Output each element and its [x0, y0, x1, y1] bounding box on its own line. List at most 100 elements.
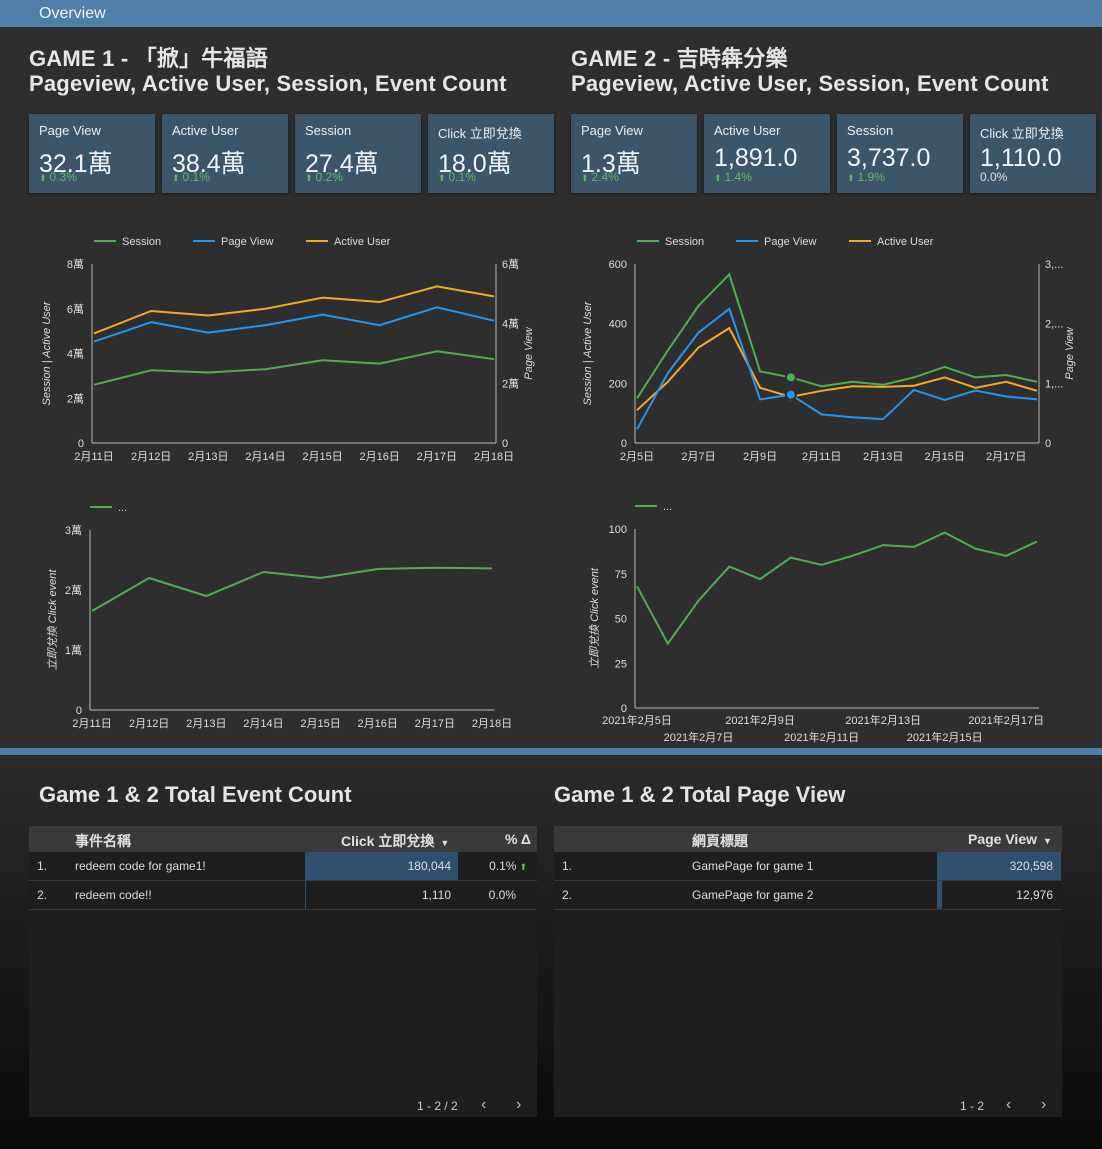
- series-line-page-view: [636, 307, 1038, 430]
- event-name: redeem code for game1!: [75, 859, 206, 873]
- game1-title: GAME 1 - 「掀」牛福語: [29, 46, 268, 71]
- scorecard-game2-pageview[interactable]: Page View 1.3萬 ⬆ 2.4%: [571, 114, 697, 193]
- y2-tick-label: 2,...: [1045, 319, 1063, 331]
- game2-subtitle: Pageview, Active User, Session, Event Co…: [571, 71, 1049, 96]
- series-line--click-event: [636, 531, 1038, 646]
- x-tick-label: 2月14日: [243, 718, 283, 730]
- row-index: 1.: [37, 859, 48, 873]
- y-tick-label: 2萬: [67, 392, 84, 405]
- x-tick-label: 2月18日: [472, 718, 512, 730]
- page-view-table: 網頁標題 Page View ▼ 1. GamePage for game 1 3…: [554, 826, 1062, 1117]
- row-index: 2.: [37, 888, 48, 902]
- scorecard-game2-session[interactable]: Session 3,737.0 ⬆ 1.9%: [837, 114, 963, 193]
- row-index: 1.: [562, 859, 573, 873]
- x-tick-label: 2月15日: [300, 718, 340, 730]
- x-tick-label: 2月14日: [245, 451, 285, 463]
- pagination-label: 1 - 2 / 2: [417, 1099, 458, 1113]
- y-tick-label: 25: [615, 658, 627, 670]
- section-divider: [0, 748, 1102, 755]
- value-bar: [305, 881, 306, 909]
- y-tick-label: 0: [621, 438, 627, 450]
- game2-traffic-chart[interactable]: Session Page View Active User 0 200 400 600 0 1,…: [551, 220, 1102, 470]
- scorecard-delta: ⬆ 2.4%: [581, 170, 619, 184]
- legend-label: Session: [122, 236, 161, 248]
- column-header-event-name[interactable]: 事件名稱: [75, 831, 131, 851]
- prev-page-button[interactable]: ‹: [1006, 1096, 1011, 1114]
- scorecard-game1-pageview[interactable]: Page View 32.1萬 ⬆ 0.3%: [29, 114, 155, 193]
- y-tick-label: 0: [621, 703, 627, 715]
- row-index: 2.: [562, 888, 573, 902]
- table-row[interactable]: 1. GamePage for game 1 320,598: [554, 852, 1062, 881]
- table-row[interactable]: 2. redeem code!! 1,110 0.0%: [29, 881, 537, 910]
- x-tick-label: 2月16日: [358, 718, 398, 730]
- value-bar: [937, 881, 942, 909]
- series-line--click-event: [91, 566, 493, 612]
- top-bar: Overview: [0, 0, 1102, 27]
- scorecard-label: Page View: [581, 123, 643, 138]
- up-arrow-icon: ⬆: [438, 173, 446, 183]
- x-tick-label: 2月17日: [415, 718, 455, 730]
- scorecard-game1-click[interactable]: Click 立即兌換 18.0萬 ⬆ 0.1%: [428, 114, 554, 193]
- y-tick-label: 50: [615, 614, 627, 626]
- series-line-page-view: [93, 306, 495, 343]
- next-page-button[interactable]: ›: [516, 1096, 521, 1114]
- game2-click-chart[interactable]: ... 0 25 50 75 100 立即兌換 Click event 2021年2月5日 20…: [551, 490, 1102, 748]
- y2-tick-label: 6萬: [502, 258, 519, 271]
- x-tick-label: 2月13日: [186, 718, 226, 730]
- scorecard-game2-active-user[interactable]: Active User 1,891.0 ⬆ 1.4%: [704, 114, 830, 193]
- sort-down-icon: ▼: [440, 838, 450, 848]
- y-tick-label: 6萬: [67, 303, 84, 316]
- legend-label: ...: [663, 501, 672, 513]
- next-page-button[interactable]: ›: [1041, 1096, 1046, 1114]
- event-value: 1,110: [421, 888, 451, 902]
- column-header-pageview[interactable]: Page View ▼: [968, 831, 1052, 847]
- scorecard-label: Session: [305, 123, 352, 138]
- column-header-delta[interactable]: % Δ: [505, 831, 531, 847]
- x-tick-label: 2月7日: [681, 451, 715, 463]
- x-tick-label: 2月13日: [188, 451, 228, 463]
- pageview-value: 320,598: [1009, 859, 1053, 873]
- x-tick-label: 2021年2月5日: [602, 713, 672, 727]
- up-arrow-icon: ⬆: [305, 173, 313, 183]
- series-line-active-user: [636, 326, 1038, 411]
- x-tick-label: 2月11日: [802, 451, 842, 463]
- up-arrow-icon: ⬆: [847, 173, 855, 183]
- scorecard-value: 1,110.0: [980, 144, 1062, 172]
- scorecard-game1-active-user[interactable]: Active User 38.4萬 ⬆ 0.1%: [162, 114, 288, 193]
- game2-title: GAME 2 - 吉時犇分樂: [571, 46, 788, 71]
- x-tick-label: 2月17日: [417, 451, 457, 463]
- up-arrow-icon: ⬆: [172, 173, 180, 183]
- event-name: redeem code!!: [75, 888, 152, 902]
- x-tick-label: 2月11日: [74, 451, 114, 463]
- table-row[interactable]: 2. GamePage for game 2 12,976: [554, 881, 1062, 910]
- prev-page-button[interactable]: ‹: [481, 1096, 486, 1114]
- column-header-click[interactable]: Click 立即兌換 ▼: [341, 831, 449, 851]
- pageview-table-title: Game 1 & 2 Total Page View: [554, 782, 846, 807]
- y-tick-label: 1萬: [65, 644, 82, 657]
- scorecard-value: 3,737.0: [847, 144, 931, 172]
- scorecard-delta: ⬆ 1.4%: [714, 170, 752, 184]
- x-tick-label: 2021年2月15日: [907, 730, 983, 744]
- data-point-marker: [784, 388, 797, 401]
- game1-click-chart[interactable]: ... 0 1萬 2萬 3萬立即兌換 Click event 2月11日 2月12日 2月13…: [0, 490, 551, 740]
- x-tick-label: 2月12日: [129, 718, 169, 730]
- y-axis-label: Session | Active User: [41, 300, 53, 405]
- up-arrow-icon: ⬆: [39, 173, 47, 183]
- column-header-page-title[interactable]: 網頁標題: [692, 831, 748, 851]
- y-axis-label: 立即兌換 Click event: [46, 569, 59, 671]
- table-row[interactable]: 1. redeem code for game1! 180,044 0.1% ⬆: [29, 852, 537, 881]
- up-arrow-icon: ⬆: [581, 173, 589, 183]
- game1-traffic-chart[interactable]: Session Page View Active User 0 2萬 4萬 6萬 8萬 0 2萬 4…: [0, 220, 551, 470]
- x-tick-label: 2月17日: [986, 451, 1026, 463]
- scorecard-delta: ⬆ 0.3%: [39, 170, 77, 184]
- y2-tick-label: 2萬: [502, 377, 519, 390]
- scorecard-label: Active User: [714, 123, 781, 138]
- legend-label: Page View: [221, 236, 273, 248]
- scorecard-game1-session[interactable]: Session 27.4萬 ⬆ 0.2%: [295, 114, 421, 193]
- scorecard-game2-click[interactable]: Click 立即兌換 1,110.0 0.0%: [970, 114, 1096, 193]
- scorecard-label: Click 立即兌換: [438, 126, 522, 141]
- y-tick-label: 0: [78, 438, 84, 450]
- legend-label: Session: [665, 236, 704, 248]
- y-tick-label: 2萬: [65, 584, 82, 597]
- y-tick-label: 3萬: [65, 524, 82, 537]
